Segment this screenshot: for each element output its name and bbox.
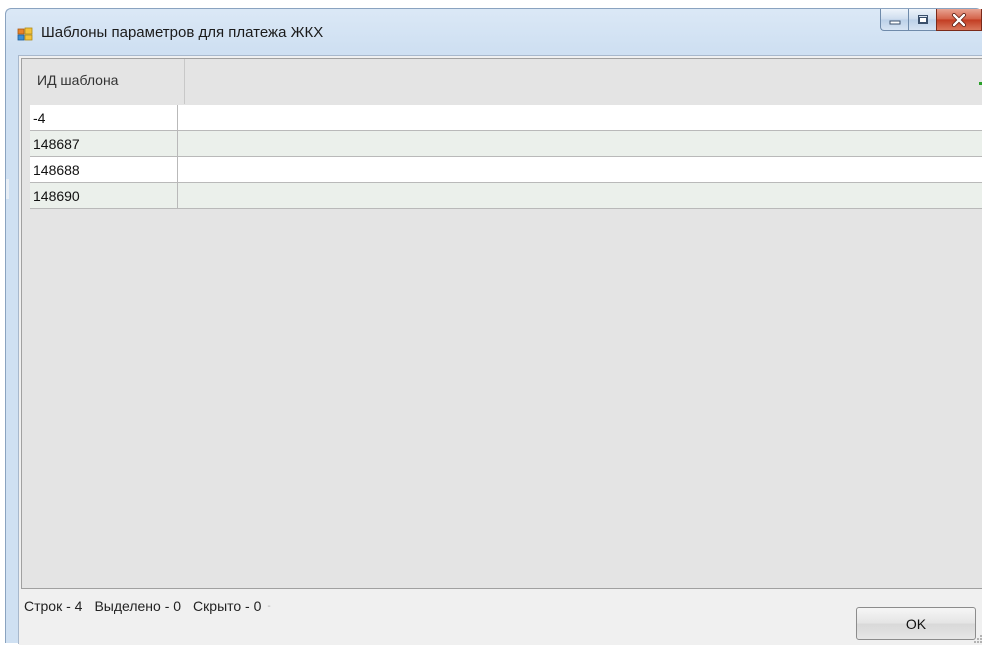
grid-rows: -4 148687 148688 148690 [30,105,982,209]
app-window-icon [17,27,33,41]
table-row[interactable]: 148690 [30,183,982,209]
dialog-window: Шаблоны параметров для платежа ЖКХ ИД ша… [5,8,982,645]
table-row[interactable]: -4 [30,105,982,131]
window-title: Шаблоны параметров для платежа ЖКХ [41,24,324,41]
status-hidden-count: Скрыто - 0 [193,598,262,614]
cell-template-id[interactable]: 148688 [30,157,178,182]
empty-header-area [186,59,982,104]
column-header-template-id[interactable]: ИД шаблона [30,59,185,104]
ok-button[interactable]: OK [856,607,976,640]
cell-template-id[interactable]: 148690 [30,183,178,208]
close-button[interactable] [936,9,982,31]
status-rows-count: Строк - 4 [24,598,83,614]
maximize-button[interactable] [908,9,936,31]
window-controls [880,9,982,31]
cell-template-id[interactable]: 148687 [30,131,178,156]
cell-empty [178,157,982,182]
templates-grid[interactable]: ИД шаблона -4 148687 148688 148690 [21,58,982,589]
minimize-icon [889,20,900,24]
status-selected-count: Выделено - 0 [94,598,182,614]
status-separator: - [267,600,271,612]
client-area: ИД шаблона -4 148687 148688 148690 Строк… [18,55,982,645]
table-row[interactable]: 148687 [30,131,982,157]
grid-header: ИД шаблона [22,59,982,104]
window-left-edge [6,179,9,199]
close-icon [952,12,966,27]
cell-empty [178,105,982,130]
button-panel [19,622,982,645]
maximize-icon [917,14,928,24]
table-row[interactable]: 148688 [30,157,982,183]
cell-template-id[interactable]: -4 [30,105,178,130]
minimize-button[interactable] [880,9,908,31]
title-bar[interactable]: Шаблоны параметров для платежа ЖКХ [6,9,982,55]
cell-empty [178,183,982,208]
status-bar: Строк - 4 Выделено - 0 Скрыто - 0 - [21,591,982,621]
cell-empty [178,131,982,156]
